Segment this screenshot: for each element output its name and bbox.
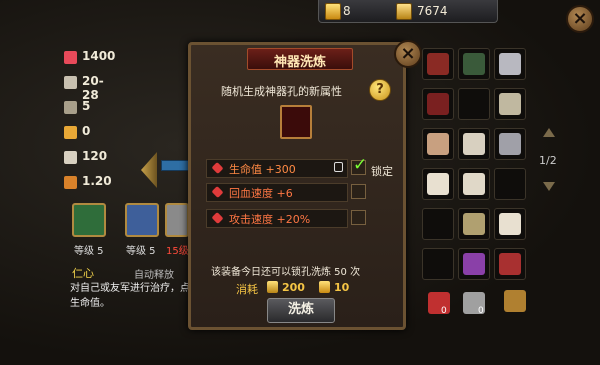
shield-icon bbox=[64, 126, 77, 139]
boot-icon bbox=[64, 176, 77, 189]
inventory-page: 1/2 bbox=[539, 154, 557, 167]
attribute-text: 生命值 +300 bbox=[229, 163, 296, 176]
inventory-slot[interactable] bbox=[494, 208, 526, 240]
refine-limit-notice: 该装备今日还可以锁孔洗炼 50 次 bbox=[211, 267, 361, 278]
attribute-row-attack-speed: 攻击速度 +20% bbox=[206, 209, 348, 228]
ingot-icon bbox=[396, 3, 412, 20]
dialog-title: 神器洗炼 bbox=[273, 55, 326, 70]
necklace-icon bbox=[499, 93, 521, 115]
inventory-slot[interactable] bbox=[422, 208, 454, 240]
attribute-row-regen: 回血速度 +6 bbox=[206, 183, 348, 202]
skill-description: 对自己或友军进行治疗，点生命值。 bbox=[70, 283, 190, 309]
attribute-text: 回血速度 +6 bbox=[229, 187, 293, 200]
material-item[interactable] bbox=[459, 288, 489, 318]
skill-level: 等级 5 bbox=[126, 246, 156, 257]
material-item[interactable] bbox=[424, 288, 454, 318]
skill-slot-2[interactable] bbox=[125, 203, 159, 237]
skill-name: 仁心 bbox=[72, 267, 94, 280]
armor-red-icon bbox=[427, 53, 449, 75]
dialog-subtitle: 随机生成神器孔的新属性 bbox=[221, 85, 342, 98]
horse-icon bbox=[64, 151, 77, 164]
close-panel-button[interactable]: × bbox=[566, 5, 594, 33]
exp-bar bbox=[161, 160, 189, 171]
armor-icon bbox=[64, 101, 77, 114]
help-icon[interactable]: ? bbox=[369, 79, 391, 101]
page-up-arrow-icon[interactable] bbox=[543, 128, 555, 137]
currency-bar: 8 7674 bbox=[318, 0, 498, 23]
lock-checkbox-3[interactable] bbox=[351, 210, 366, 225]
dialog-title-bar: 神器洗炼 bbox=[247, 48, 353, 70]
pouch-icon bbox=[463, 253, 485, 275]
armor-red-icon bbox=[427, 93, 449, 115]
inventory-slot[interactable] bbox=[422, 128, 454, 160]
gem-icon bbox=[211, 211, 224, 225]
inventory-slot[interactable] bbox=[422, 168, 454, 200]
stat-value: 1.20 bbox=[82, 174, 112, 188]
gem-icon bbox=[211, 185, 224, 199]
inventory-slot[interactable] bbox=[458, 48, 490, 80]
gem-icon bbox=[211, 161, 224, 175]
cost-gold: 10 bbox=[334, 281, 350, 294]
artifact-icon bbox=[280, 105, 312, 139]
arrows-icon bbox=[463, 213, 485, 235]
gold-amount: 8 bbox=[343, 4, 351, 18]
inventory-slot[interactable] bbox=[494, 128, 526, 160]
refine-button[interactable]: 洗炼 bbox=[267, 298, 335, 323]
chest-icon bbox=[504, 290, 526, 312]
lock-checkbox-1[interactable]: ✓ bbox=[351, 155, 367, 175]
sword-icon bbox=[499, 253, 521, 275]
artifact-refine-dialog: 神器洗炼 随机生成神器孔的新属性 ? 生命值 +300 ✓ 锁定 回血速度 +6… bbox=[188, 42, 406, 330]
stat-value: 20-28 bbox=[82, 74, 104, 102]
page-down-arrow-icon[interactable] bbox=[543, 182, 555, 191]
stat-value: 120 bbox=[82, 149, 108, 163]
inventory-slot[interactable] bbox=[458, 248, 490, 280]
checkmark-icon: ✓ bbox=[353, 155, 368, 175]
close-dialog-button[interactable]: × bbox=[394, 40, 422, 68]
blade-icon bbox=[499, 53, 521, 75]
inventory-slot[interactable] bbox=[494, 248, 526, 280]
inventory-slot[interactable] bbox=[458, 128, 490, 160]
attribute-row-hp: 生命值 +300 bbox=[206, 159, 348, 178]
horse-icon bbox=[499, 213, 521, 235]
inventory-slot[interactable] bbox=[458, 168, 490, 200]
ingot-icon bbox=[267, 281, 278, 293]
horse-icon bbox=[427, 133, 449, 155]
horse-icon bbox=[463, 173, 485, 195]
heart-icon bbox=[64, 51, 77, 64]
attribute-text: 攻击速度 +20% bbox=[229, 213, 311, 226]
inventory-slot[interactable] bbox=[422, 248, 454, 280]
cloak-icon bbox=[463, 53, 485, 75]
material-item[interactable] bbox=[500, 286, 530, 316]
inventory-slot[interactable] bbox=[458, 208, 490, 240]
material-count: 0 bbox=[478, 306, 484, 316]
lock-checkbox-2[interactable] bbox=[351, 184, 366, 199]
inventory-slot[interactable] bbox=[458, 88, 490, 120]
inventory-slot[interactable] bbox=[494, 88, 526, 120]
lock-label: 锁定 bbox=[371, 165, 393, 178]
cost-ingots: 200 bbox=[282, 281, 305, 294]
skill-slot-3[interactable] bbox=[165, 203, 189, 237]
inventory-slot[interactable] bbox=[422, 48, 454, 80]
inventory-slot[interactable] bbox=[494, 48, 526, 80]
stat-value: 0 bbox=[82, 124, 91, 138]
skill-level: 15级 bbox=[166, 246, 189, 257]
lock-icon bbox=[334, 162, 343, 172]
gold-icon bbox=[319, 281, 330, 293]
horse-icon bbox=[427, 173, 449, 195]
inventory-slot[interactable] bbox=[494, 168, 526, 200]
necklace-icon bbox=[463, 133, 485, 155]
skill-level: 等级 5 bbox=[74, 246, 104, 257]
gold-icon bbox=[325, 3, 341, 20]
spear-icon bbox=[499, 133, 521, 155]
skill-mode: 自动释放 bbox=[134, 270, 174, 281]
stat-value: 1400 bbox=[82, 49, 116, 63]
skill-slot-1[interactable] bbox=[72, 203, 106, 237]
ingot-amount: 7674 bbox=[417, 4, 448, 18]
material-count: 0 bbox=[441, 306, 447, 316]
cost-label: 消耗 bbox=[236, 283, 258, 296]
inventory-slot[interactable] bbox=[422, 88, 454, 120]
swords-icon bbox=[64, 76, 77, 89]
stat-value: 5 bbox=[82, 99, 91, 113]
